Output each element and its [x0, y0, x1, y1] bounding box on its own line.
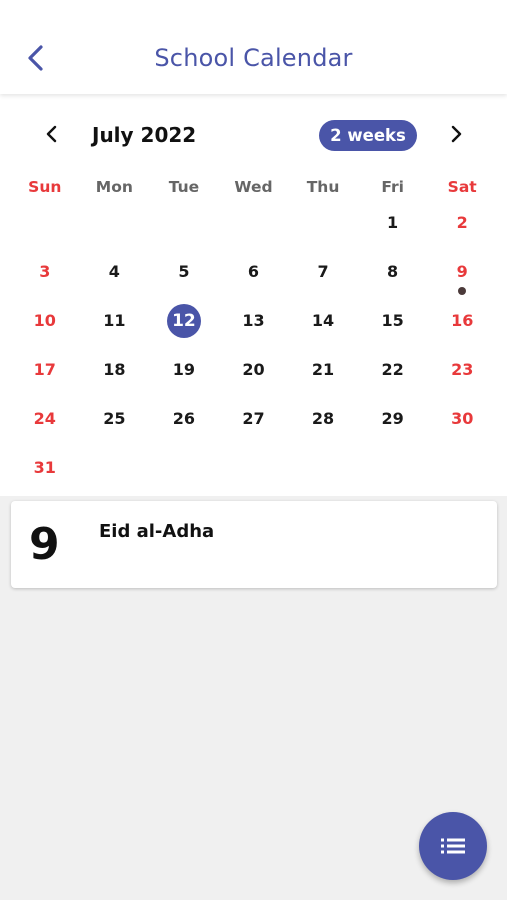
day-cell[interactable]: 30: [427, 396, 497, 445]
day-number: 22: [381, 360, 404, 379]
day-cell[interactable]: 24: [10, 396, 80, 445]
day-cell[interactable]: 8: [358, 249, 428, 298]
day-cell[interactable]: 3: [10, 249, 80, 298]
day-cell[interactable]: 15: [358, 298, 428, 347]
day-number: 26: [172, 409, 196, 428]
chevron-left-icon: [46, 125, 57, 143]
event-marker: [458, 287, 467, 295]
day-number: 12: [166, 304, 201, 338]
day-number: 7: [317, 262, 329, 281]
day-cell[interactable]: 26: [149, 396, 219, 445]
day-number: 25: [103, 409, 126, 428]
day-number: 5: [178, 262, 190, 281]
calendar: July 2022 2 weeks Sun Mon Tue Wed Thu Fri Sat 1…: [0, 94, 507, 496]
empty-day-cell: [80, 200, 150, 249]
page-title: School Calendar: [154, 44, 353, 72]
event-day-number: 9: [29, 519, 60, 570]
calendar-grid: Sun Mon Tue Wed Thu Fri Sat 1 2 3 4 5 6 7 8 9 10 11 12 13 14…: [10, 174, 497, 494]
day-number: 8: [387, 262, 399, 281]
weekday-label: Wed: [234, 178, 273, 196]
day-cell[interactable]: 17: [10, 347, 80, 396]
chevron-right-icon: [451, 125, 462, 143]
day-cell[interactable]: 28: [288, 396, 358, 445]
empty-day-cell: [427, 445, 497, 494]
day-number: 28: [311, 409, 335, 428]
day-cell[interactable]: 19: [149, 347, 219, 396]
day-number: 13: [242, 311, 265, 330]
day-number: 27: [242, 409, 265, 428]
day-number: 4: [108, 262, 120, 281]
day-number: 31: [33, 458, 56, 477]
next-month-button[interactable]: [440, 118, 472, 150]
day-number: 30: [451, 409, 474, 428]
day-number: 1: [387, 213, 399, 232]
day-cell[interactable]: 23: [427, 347, 497, 396]
empty-day-cell: [288, 445, 358, 494]
day-number: 9: [456, 262, 468, 281]
weekday-label: Mon: [95, 178, 133, 196]
day-cell[interactable]: 10: [10, 298, 80, 347]
day-cell[interactable]: 2: [427, 200, 497, 249]
day-cell[interactable]: 20: [219, 347, 289, 396]
day-cell[interactable]: 31: [10, 445, 80, 494]
day-number: 19: [172, 360, 196, 379]
day-number: 21: [311, 360, 335, 379]
format-toggle-button[interactable]: 2 weeks: [319, 120, 417, 151]
day-number: 3: [39, 262, 51, 281]
empty-day-cell: [358, 445, 428, 494]
list-view-button[interactable]: [419, 812, 487, 880]
day-number: 20: [242, 360, 265, 379]
day-number: 10: [33, 311, 56, 330]
day-cell[interactable]: 18: [80, 347, 150, 396]
day-cell[interactable]: 12: [149, 298, 219, 347]
day-cell[interactable]: 6: [219, 249, 289, 298]
month-label: July 2022: [92, 123, 197, 147]
day-number: 2: [456, 213, 468, 232]
day-cell[interactable]: 27: [219, 396, 289, 445]
day-cell[interactable]: 7: [288, 249, 358, 298]
day-number: 6: [247, 262, 260, 281]
empty-day-cell: [80, 445, 150, 494]
day-cell[interactable]: 9: [427, 249, 497, 298]
day-cell[interactable]: 25: [80, 396, 150, 445]
event-card[interactable]: 9 Eid al-Adha: [11, 501, 497, 588]
calendar-header: July 2022 2 weeks: [0, 94, 507, 176]
day-cell[interactable]: 16: [427, 298, 497, 347]
day-number: 23: [451, 360, 474, 379]
weekday-label: Fri: [381, 178, 404, 196]
day-cell[interactable]: 1: [358, 200, 428, 249]
day-cell[interactable]: 14: [288, 298, 358, 347]
day-cell[interactable]: 13: [219, 298, 289, 347]
empty-day-cell: [10, 200, 80, 249]
day-cell[interactable]: 22: [358, 347, 428, 396]
day-number: 29: [381, 409, 404, 428]
day-number: 15: [381, 311, 404, 330]
empty-day-cell: [219, 200, 289, 249]
app-bar: School Calendar: [0, 0, 507, 94]
empty-day-cell: [288, 200, 358, 249]
day-number: 14: [311, 311, 335, 330]
day-number: 18: [103, 360, 126, 379]
event-title: Eid al-Adha: [99, 521, 215, 542]
day-cell[interactable]: 5: [149, 249, 219, 298]
empty-day-cell: [149, 445, 219, 494]
weekday-label: Thu: [306, 178, 340, 196]
day-cell[interactable]: 29: [358, 396, 428, 445]
empty-day-cell: [149, 200, 219, 249]
list-icon: [441, 838, 465, 854]
day-cell[interactable]: 4: [80, 249, 150, 298]
weekday-label: Sat: [447, 178, 477, 196]
weekday-label: Tue: [168, 178, 200, 196]
previous-month-button[interactable]: [36, 118, 68, 150]
day-cell[interactable]: 21: [288, 347, 358, 396]
day-cell[interactable]: 11: [80, 298, 150, 347]
day-number: 11: [103, 311, 126, 330]
empty-day-cell: [219, 445, 289, 494]
day-number: 17: [33, 360, 56, 379]
weekday-label: Sun: [28, 178, 62, 196]
day-number: 16: [451, 311, 474, 330]
day-number: 24: [33, 409, 56, 428]
